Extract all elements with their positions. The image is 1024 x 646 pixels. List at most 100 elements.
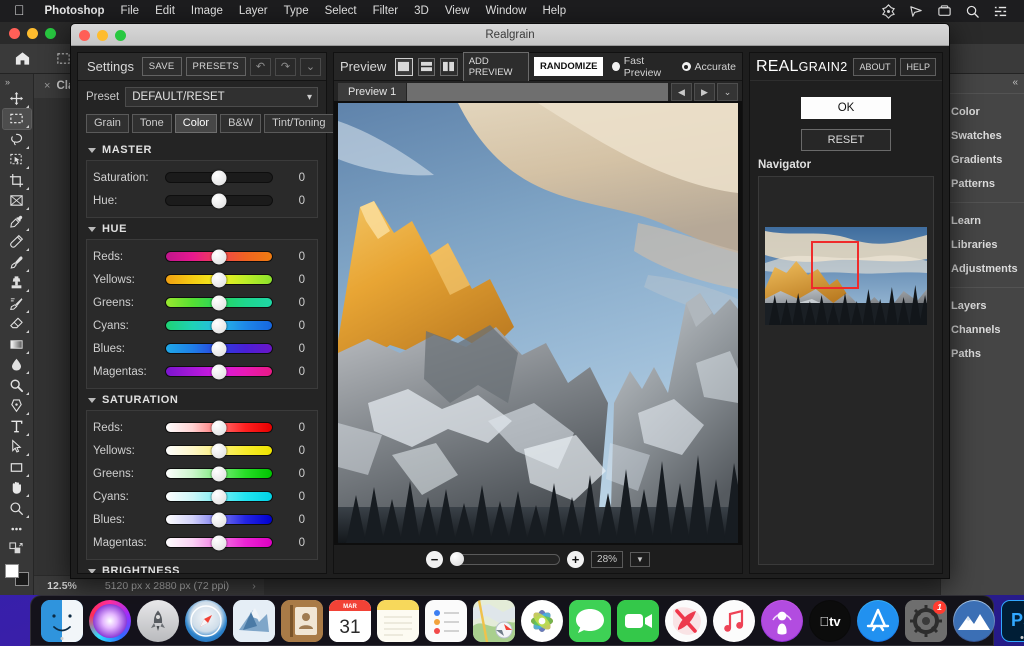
control-center-icon[interactable] <box>993 4 1008 19</box>
horizontal-split-icon[interactable] <box>418 58 435 76</box>
status-zoom-level[interactable]: 12.5% <box>34 580 90 592</box>
vertical-split-icon[interactable] <box>440 58 457 76</box>
tab-tone[interactable]: Tone <box>132 114 172 133</box>
slider-track[interactable] <box>165 366 273 377</box>
navigator-view-rectangle[interactable] <box>811 241 859 289</box>
dock-item-system-preferences[interactable]: 1 <box>905 600 947 642</box>
realgrain-minimize-button[interactable] <box>97 30 108 41</box>
type-tool[interactable] <box>3 416 31 437</box>
slider-value[interactable]: 0 <box>273 445 311 457</box>
menu-item-filter[interactable]: Filter <box>365 0 407 22</box>
dodge-tool[interactable] <box>3 375 31 396</box>
hand-tool[interactable] <box>3 478 31 499</box>
preset-dropdown[interactable]: DEFAULT/RESET ▾ <box>125 87 318 107</box>
slider-knob[interactable] <box>212 466 227 481</box>
slider-knob[interactable] <box>212 341 227 356</box>
menu-item-layer[interactable]: Layer <box>231 0 276 22</box>
lasso-tool[interactable] <box>3 129 31 150</box>
dock-item-mountain-app[interactable] <box>953 600 995 642</box>
dock-item-photos[interactable] <box>521 600 563 642</box>
slider-value[interactable]: 0 <box>273 537 311 549</box>
slider-track[interactable] <box>165 514 273 525</box>
panel-item-channels[interactable]: Channels <box>941 318 1024 342</box>
blur-tool[interactable] <box>3 355 31 376</box>
slider-knob[interactable] <box>212 272 227 287</box>
slider-row-master-hue[interactable]: Hue: 0 <box>93 189 311 212</box>
tab-color[interactable]: Color <box>175 114 217 133</box>
tab-tint-toning[interactable]: Tint/Toning <box>264 114 333 133</box>
menu-item-3d[interactable]: 3D <box>406 0 437 22</box>
menu-item-type[interactable]: Type <box>276 0 317 22</box>
section-header-brightness[interactable]: BRIGHTNESS <box>86 560 318 573</box>
slider-row-sat-reds[interactable]: Reds: 0 <box>93 416 311 439</box>
healing-brush-tool[interactable] <box>3 232 31 253</box>
preview-prev-button[interactable]: ◀ <box>671 83 692 101</box>
history-brush-tool[interactable] <box>3 293 31 314</box>
disclosure-triangle-icon[interactable] <box>88 569 96 574</box>
disclosure-triangle-icon[interactable] <box>88 227 96 232</box>
clone-stamp-tool[interactable] <box>3 273 31 294</box>
slider-track[interactable] <box>165 343 273 354</box>
minimize-button[interactable] <box>27 28 38 39</box>
navigator-panel[interactable] <box>758 176 934 565</box>
ok-button[interactable]: OK <box>801 97 891 119</box>
navigator-thumbnail[interactable] <box>765 227 927 325</box>
slider-track[interactable] <box>165 320 273 331</box>
slider-row-sat-yellows[interactable]: Yellows: 0 <box>93 439 311 462</box>
pen-tool[interactable] <box>3 396 31 417</box>
dock-item-siri[interactable] <box>89 600 131 642</box>
slider-track[interactable] <box>165 537 273 548</box>
redo-icon[interactable]: ↷ <box>275 58 296 76</box>
extension-icon[interactable] <box>881 4 896 19</box>
panel-item-layers[interactable]: Layers <box>941 294 1024 318</box>
tab-close-icon[interactable]: × <box>44 80 50 92</box>
slider-value[interactable]: 0 <box>273 468 311 480</box>
path-selection-tool[interactable] <box>3 437 31 458</box>
slider-row-sat-magentas[interactable]: Magentas: 0 <box>93 531 311 554</box>
slider-row-sat-cyans[interactable]: Cyans: 0 <box>93 485 311 508</box>
menu-item-select[interactable]: Select <box>317 0 365 22</box>
foreground-color-swatch[interactable] <box>5 564 19 578</box>
dock-item-photoshop[interactable]: Ps <box>1001 600 1024 642</box>
preview-next-button[interactable]: ▶ <box>694 83 715 101</box>
dock-item-launchpad[interactable] <box>137 600 179 642</box>
dock-item-maps[interactable] <box>473 600 515 642</box>
menu-item-window[interactable]: Window <box>478 0 535 22</box>
about-button[interactable]: ABOUT <box>853 58 896 76</box>
settings-scroll-area[interactable]: MASTER Saturation: 0 Hue: 0 <box>78 139 326 573</box>
panel-item-adjustments[interactable]: Adjustments <box>941 257 1024 281</box>
slider-row-hue-yellows[interactable]: Yellows: 0 <box>93 268 311 291</box>
zoom-value-field[interactable]: 28% <box>591 551 623 568</box>
section-header-master[interactable]: MASTER <box>86 139 318 160</box>
slider-knob[interactable] <box>212 295 227 310</box>
dock-item-mail[interactable] <box>233 600 275 642</box>
realgrain-close-button[interactable] <box>79 30 90 41</box>
zoom-dropdown-icon[interactable]: ▼ <box>630 552 650 567</box>
preview-tab-1[interactable]: Preview 1 <box>338 83 406 101</box>
slider-row-hue-reds[interactable]: Reds: 0 <box>93 245 311 268</box>
dock-item-finder[interactable] <box>41 600 83 642</box>
dock-item-safari[interactable] <box>185 600 227 642</box>
slider-track[interactable] <box>165 468 273 479</box>
zoom-slider-track[interactable] <box>450 554 560 565</box>
slider-track[interactable] <box>165 445 273 456</box>
spotlight-icon[interactable] <box>965 4 980 19</box>
slider-row-hue-blues[interactable]: Blues: 0 <box>93 337 311 360</box>
panel-item-swatches[interactable]: Swatches <box>941 124 1024 148</box>
settings-menu-icon[interactable]: ⌄ <box>300 58 321 76</box>
panel-item-learn[interactable]: Learn <box>941 209 1024 233</box>
panel-item-libraries[interactable]: Libraries <box>941 233 1024 257</box>
dock-item-facetime[interactable] <box>617 600 659 642</box>
slider-knob[interactable] <box>212 193 227 208</box>
share-icon[interactable] <box>909 4 924 19</box>
slider-value[interactable]: 0 <box>273 172 311 184</box>
slider-track[interactable] <box>165 422 273 433</box>
toolbar-expand-icon[interactable]: » <box>0 76 10 88</box>
slider-value[interactable]: 0 <box>273 297 311 309</box>
slider-knob[interactable] <box>212 249 227 264</box>
slider-track[interactable] <box>165 172 273 183</box>
section-header-hue[interactable]: HUE <box>86 218 318 239</box>
slider-value[interactable]: 0 <box>273 366 311 378</box>
preview-image[interactable] <box>338 103 738 543</box>
preview-stage[interactable] <box>334 101 742 545</box>
